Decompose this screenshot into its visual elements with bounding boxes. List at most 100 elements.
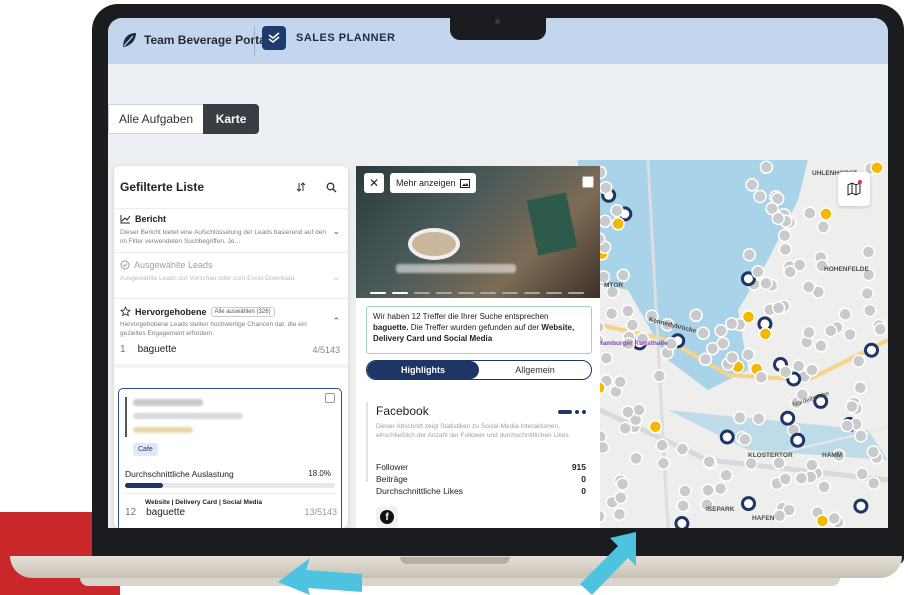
map-marker[interactable] [598,214,612,229]
pagination-dot[interactable] [458,292,474,294]
map-marker[interactable] [604,306,619,321]
map-marker[interactable] [621,405,635,419]
map-marker[interactable] [618,421,632,436]
pagination-dot[interactable] [436,292,452,294]
map-marker[interactable] [698,352,713,367]
map-marker[interactable] [853,380,868,395]
sales-planner-link[interactable]: SALES PLANNER [262,26,395,50]
map-marker[interactable] [738,432,752,447]
map-marker[interactable] [744,456,758,471]
brand[interactable]: Team Beverage Portal [120,31,269,49]
map-marker[interactable] [621,304,635,318]
map-marker[interactable] [674,516,690,529]
map-marker[interactable] [816,220,831,234]
map-marker[interactable] [759,160,774,174]
map-marker[interactable] [851,354,866,368]
search-button[interactable] [320,176,342,198]
map-marker[interactable] [613,490,628,505]
map-marker[interactable] [655,438,669,453]
tab-highlights[interactable]: Highlights [367,361,479,379]
map-marker[interactable] [625,318,640,332]
map-marker[interactable] [827,511,841,526]
map-marker[interactable] [853,498,869,514]
facebook-link[interactable]: f [376,506,398,528]
map-marker[interactable] [675,442,690,456]
map-marker[interactable] [701,483,715,498]
pagination-dot[interactable] [414,292,430,294]
map-marker[interactable] [819,207,833,221]
map-marker[interactable] [777,228,792,243]
map-marker[interactable] [713,481,728,496]
chevron-down-icon[interactable]: ⌄ [332,226,340,237]
map-marker[interactable] [656,456,671,471]
map-marker[interactable] [863,303,877,318]
tab-general[interactable]: Allgemein [479,361,591,379]
map-marker[interactable] [855,467,869,481]
map-marker[interactable] [805,458,819,472]
chevron-down-icon[interactable]: ⌄ [332,272,340,283]
list-item[interactable]: 1 baguette 4/5143 [120,344,340,355]
map-marker[interactable] [612,507,627,521]
map-marker[interactable] [613,375,628,389]
pagination-dot[interactable] [370,292,386,294]
map-marker[interactable] [714,324,728,338]
map-marker[interactable] [791,359,806,373]
map-marker[interactable] [616,268,630,283]
map-marker[interactable] [780,410,796,426]
map-marker[interactable] [866,476,881,490]
map-marker[interactable] [753,189,767,204]
map-marker[interactable] [610,203,624,218]
map-marker[interactable] [864,342,879,358]
map-marker[interactable] [676,498,690,513]
tab-all-tasks[interactable]: Alle Aufgaben [108,104,204,134]
pagination-dot[interactable] [546,292,562,294]
map-marker[interactable] [778,365,793,379]
map-marker[interactable] [754,370,769,385]
map-marker[interactable] [724,317,739,331]
map-marker[interactable] [702,454,716,469]
pagination-dot[interactable] [568,292,584,294]
map-marker[interactable] [805,363,819,377]
map-marker[interactable] [741,347,756,362]
map-layers-button[interactable] [838,172,870,206]
pagination-dot[interactable] [480,292,496,294]
map-marker[interactable] [611,217,625,231]
map-checkbox[interactable] [582,176,594,188]
map-marker[interactable] [845,399,859,414]
map-marker[interactable] [742,248,757,262]
pagination-dot[interactable] [524,292,540,294]
sort-button[interactable] [290,176,312,198]
map-marker[interactable] [843,327,857,342]
map-marker[interactable] [824,323,838,338]
lead-card[interactable]: Cafe Durchschnittliche Auslastung 18.0% … [118,388,342,528]
map-marker[interactable] [838,307,852,322]
map-marker[interactable] [719,468,733,483]
map-marker[interactable] [719,429,735,445]
map-marker[interactable] [854,429,868,443]
map-marker[interactable] [814,339,828,353]
map-marker[interactable] [599,351,614,365]
map-marker[interactable] [771,301,786,315]
map-marker[interactable] [778,472,793,486]
section-report-header[interactable]: Bericht [120,214,166,224]
map-marker[interactable] [866,445,881,459]
select-all-badge[interactable]: Alle auswählen (326) [210,306,275,317]
map-marker[interactable] [802,325,816,340]
map-marker[interactable] [870,161,884,175]
map-marker[interactable] [751,265,765,279]
map-marker[interactable] [725,350,740,365]
map-marker[interactable] [815,514,830,528]
map-marker[interactable] [803,206,817,220]
pagination-dot[interactable] [392,292,408,294]
map-marker[interactable] [778,242,793,257]
map-marker[interactable] [678,484,692,498]
photo-pagination[interactable] [370,292,584,294]
lead-checkbox[interactable] [325,393,335,403]
map-marker[interactable] [772,509,787,523]
map-marker[interactable] [733,410,747,425]
pagination-dot[interactable] [502,292,518,294]
map-marker[interactable] [648,419,663,434]
show-more-button[interactable]: Mehr anzeigen [390,173,476,193]
map-marker[interactable] [705,341,720,356]
tab-map[interactable]: Karte [203,104,260,134]
